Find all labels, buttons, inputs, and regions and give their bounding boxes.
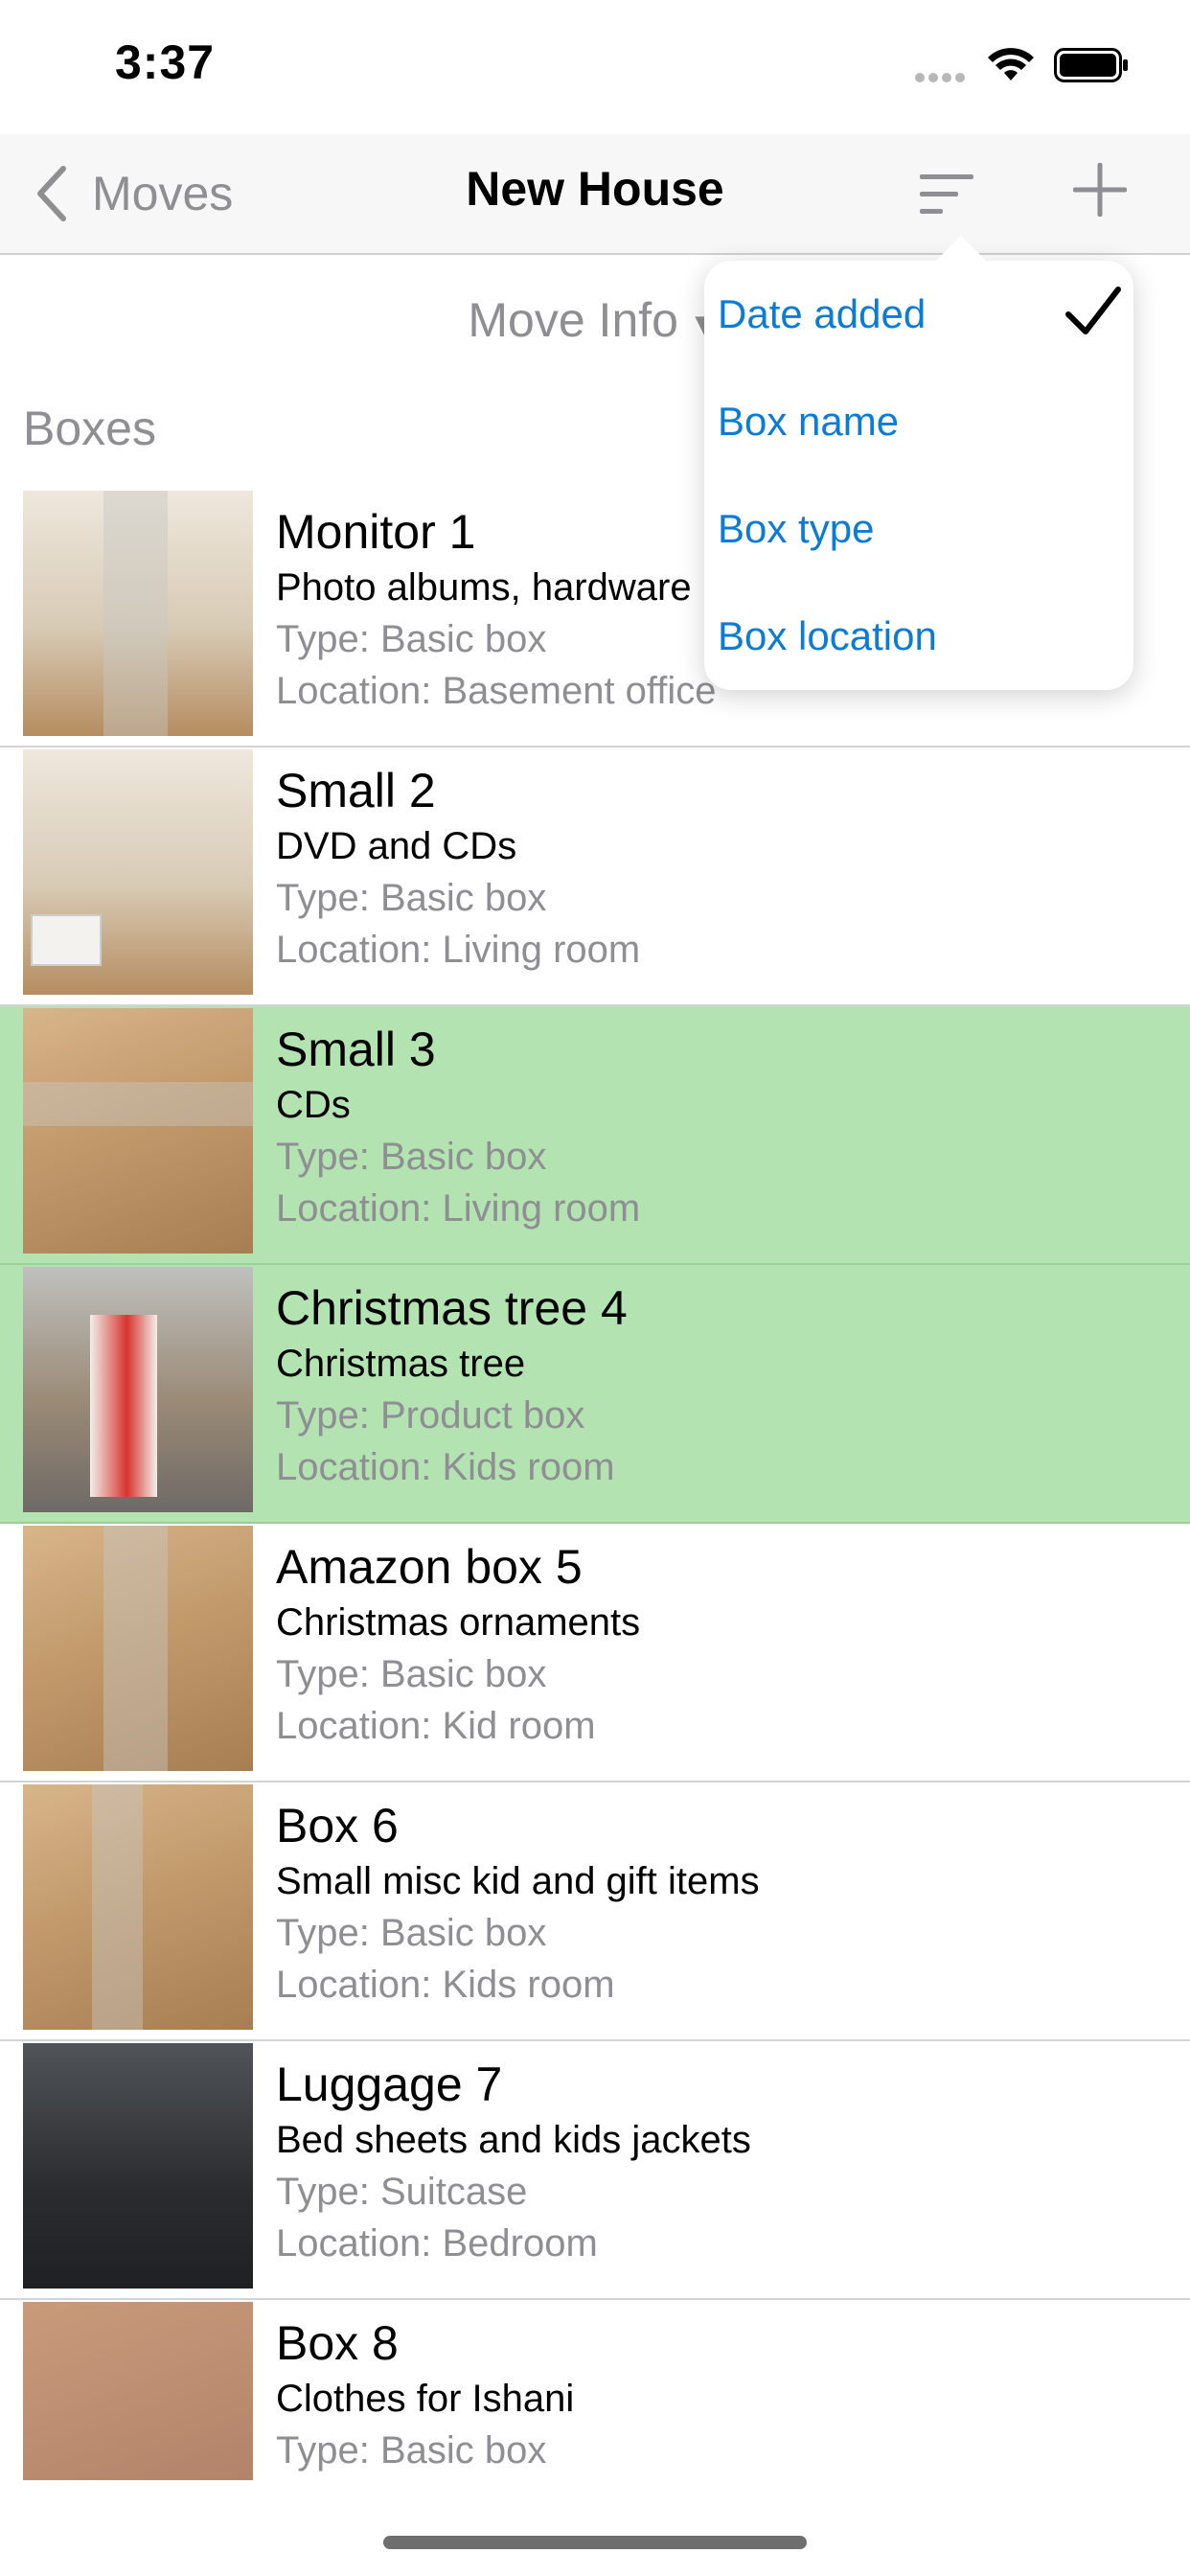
box-type: Type: Basic box	[276, 1653, 547, 1695]
box-photo	[23, 1267, 253, 1512]
box-list: Monitor 1 Photo albums, hardware … Type:…	[0, 489, 1190, 2557]
wifi-icon	[988, 48, 1034, 80]
home-indicator[interactable]	[383, 2536, 807, 2549]
page-title: New House	[466, 162, 724, 216]
box-photo	[23, 491, 253, 736]
sort-option-label: Box name	[718, 399, 900, 444]
sort-option-label: Date added	[718, 291, 927, 336]
box-name: Christmas tree 4	[276, 1281, 628, 1335]
box-location: Location: Kids room	[276, 1964, 615, 2006]
sort-option-box-name[interactable]: Box name	[704, 368, 1133, 475]
box-name: Box 6	[276, 1799, 399, 1852]
box-contents: Small misc kid and gift items	[276, 1860, 760, 1902]
box-row[interactable]: Christmas tree 4 Christmas tree Type: Pr…	[0, 1265, 1190, 1524]
popover-arrow	[934, 236, 988, 263]
sort-option-date-added[interactable]: Date added	[704, 261, 1133, 368]
box-type: Type: Basic box	[276, 877, 547, 919]
sort-option-box-location[interactable]: Box location	[704, 583, 1133, 690]
box-row[interactable]: Small 3 CDs Type: Basic box Location: Li…	[0, 1006, 1190, 1265]
checkmark-icon	[1065, 287, 1121, 334]
box-contents: Clothes for Ishani	[276, 2378, 575, 2420]
box-location: Location: Living room	[276, 929, 641, 971]
box-type: Type: Basic box	[276, 2429, 547, 2472]
box-row[interactable]: Box 8 Clothes for Ishani Type: Basic box	[0, 2300, 1190, 2557]
box-photo	[23, 2302, 253, 2480]
box-contents: Bed sheets and kids jackets	[276, 2119, 751, 2161]
box-contents: CDs	[276, 1084, 351, 1126]
box-type: Type: Suitcase	[276, 2171, 528, 2213]
box-contents: Christmas tree	[276, 1343, 526, 1385]
navigation-bar: Moves New House	[0, 134, 1190, 255]
battery-icon	[1054, 48, 1128, 82]
box-name: Amazon box 5	[276, 1540, 583, 1594]
box-contents: DVD and CDs	[276, 825, 517, 867]
box-name: Luggage 7	[276, 2058, 503, 2111]
status-time: 3:37	[115, 35, 216, 89]
box-type: Type: Basic box	[276, 1136, 547, 1178]
move-info-label: Move Info	[468, 293, 678, 347]
box-photo	[23, 749, 253, 995]
section-header-boxes: Boxes	[23, 402, 156, 455]
box-photo	[23, 1526, 253, 1771]
box-row[interactable]: Small 2 DVD and CDs Type: Basic box Loca…	[0, 748, 1190, 1006]
sort-option-box-type[interactable]: Box type	[704, 475, 1133, 583]
sort-option-label: Box location	[718, 613, 937, 658]
box-name: Box 8	[276, 2316, 399, 2370]
box-row[interactable]: Amazon box 5 Christmas ornaments Type: B…	[0, 1524, 1190, 1782]
sort-menu-popover: Date added Box name Box type Box locatio…	[704, 236, 1133, 690]
box-location: Location: Kids room	[276, 1446, 615, 1488]
box-photo	[23, 1784, 253, 2030]
signal-icon	[915, 70, 969, 87]
box-type: Type: Product box	[276, 1394, 585, 1437]
box-contents: Christmas ornaments	[276, 1601, 641, 1644]
box-row[interactable]: Luggage 7 Bed sheets and kids jackets Ty…	[0, 2041, 1190, 2300]
box-type: Type: Basic box	[276, 1912, 547, 1954]
box-row[interactable]: Box 6 Small misc kid and gift items Type…	[0, 1782, 1190, 2041]
sort-option-label: Box type	[718, 506, 875, 551]
box-photo	[23, 2043, 253, 2288]
add-icon[interactable]	[1073, 163, 1127, 217]
box-location: Location: Kid room	[276, 1705, 596, 1747]
sort-icon[interactable]	[918, 169, 977, 218]
status-bar: 3:37	[0, 0, 1190, 134]
box-photo	[23, 1008, 253, 1254]
box-name: Small 3	[276, 1023, 436, 1076]
box-location: Location: Bedroom	[276, 2222, 598, 2265]
box-name: Small 2	[276, 764, 436, 817]
box-location: Location: Living room	[276, 1187, 641, 1230]
